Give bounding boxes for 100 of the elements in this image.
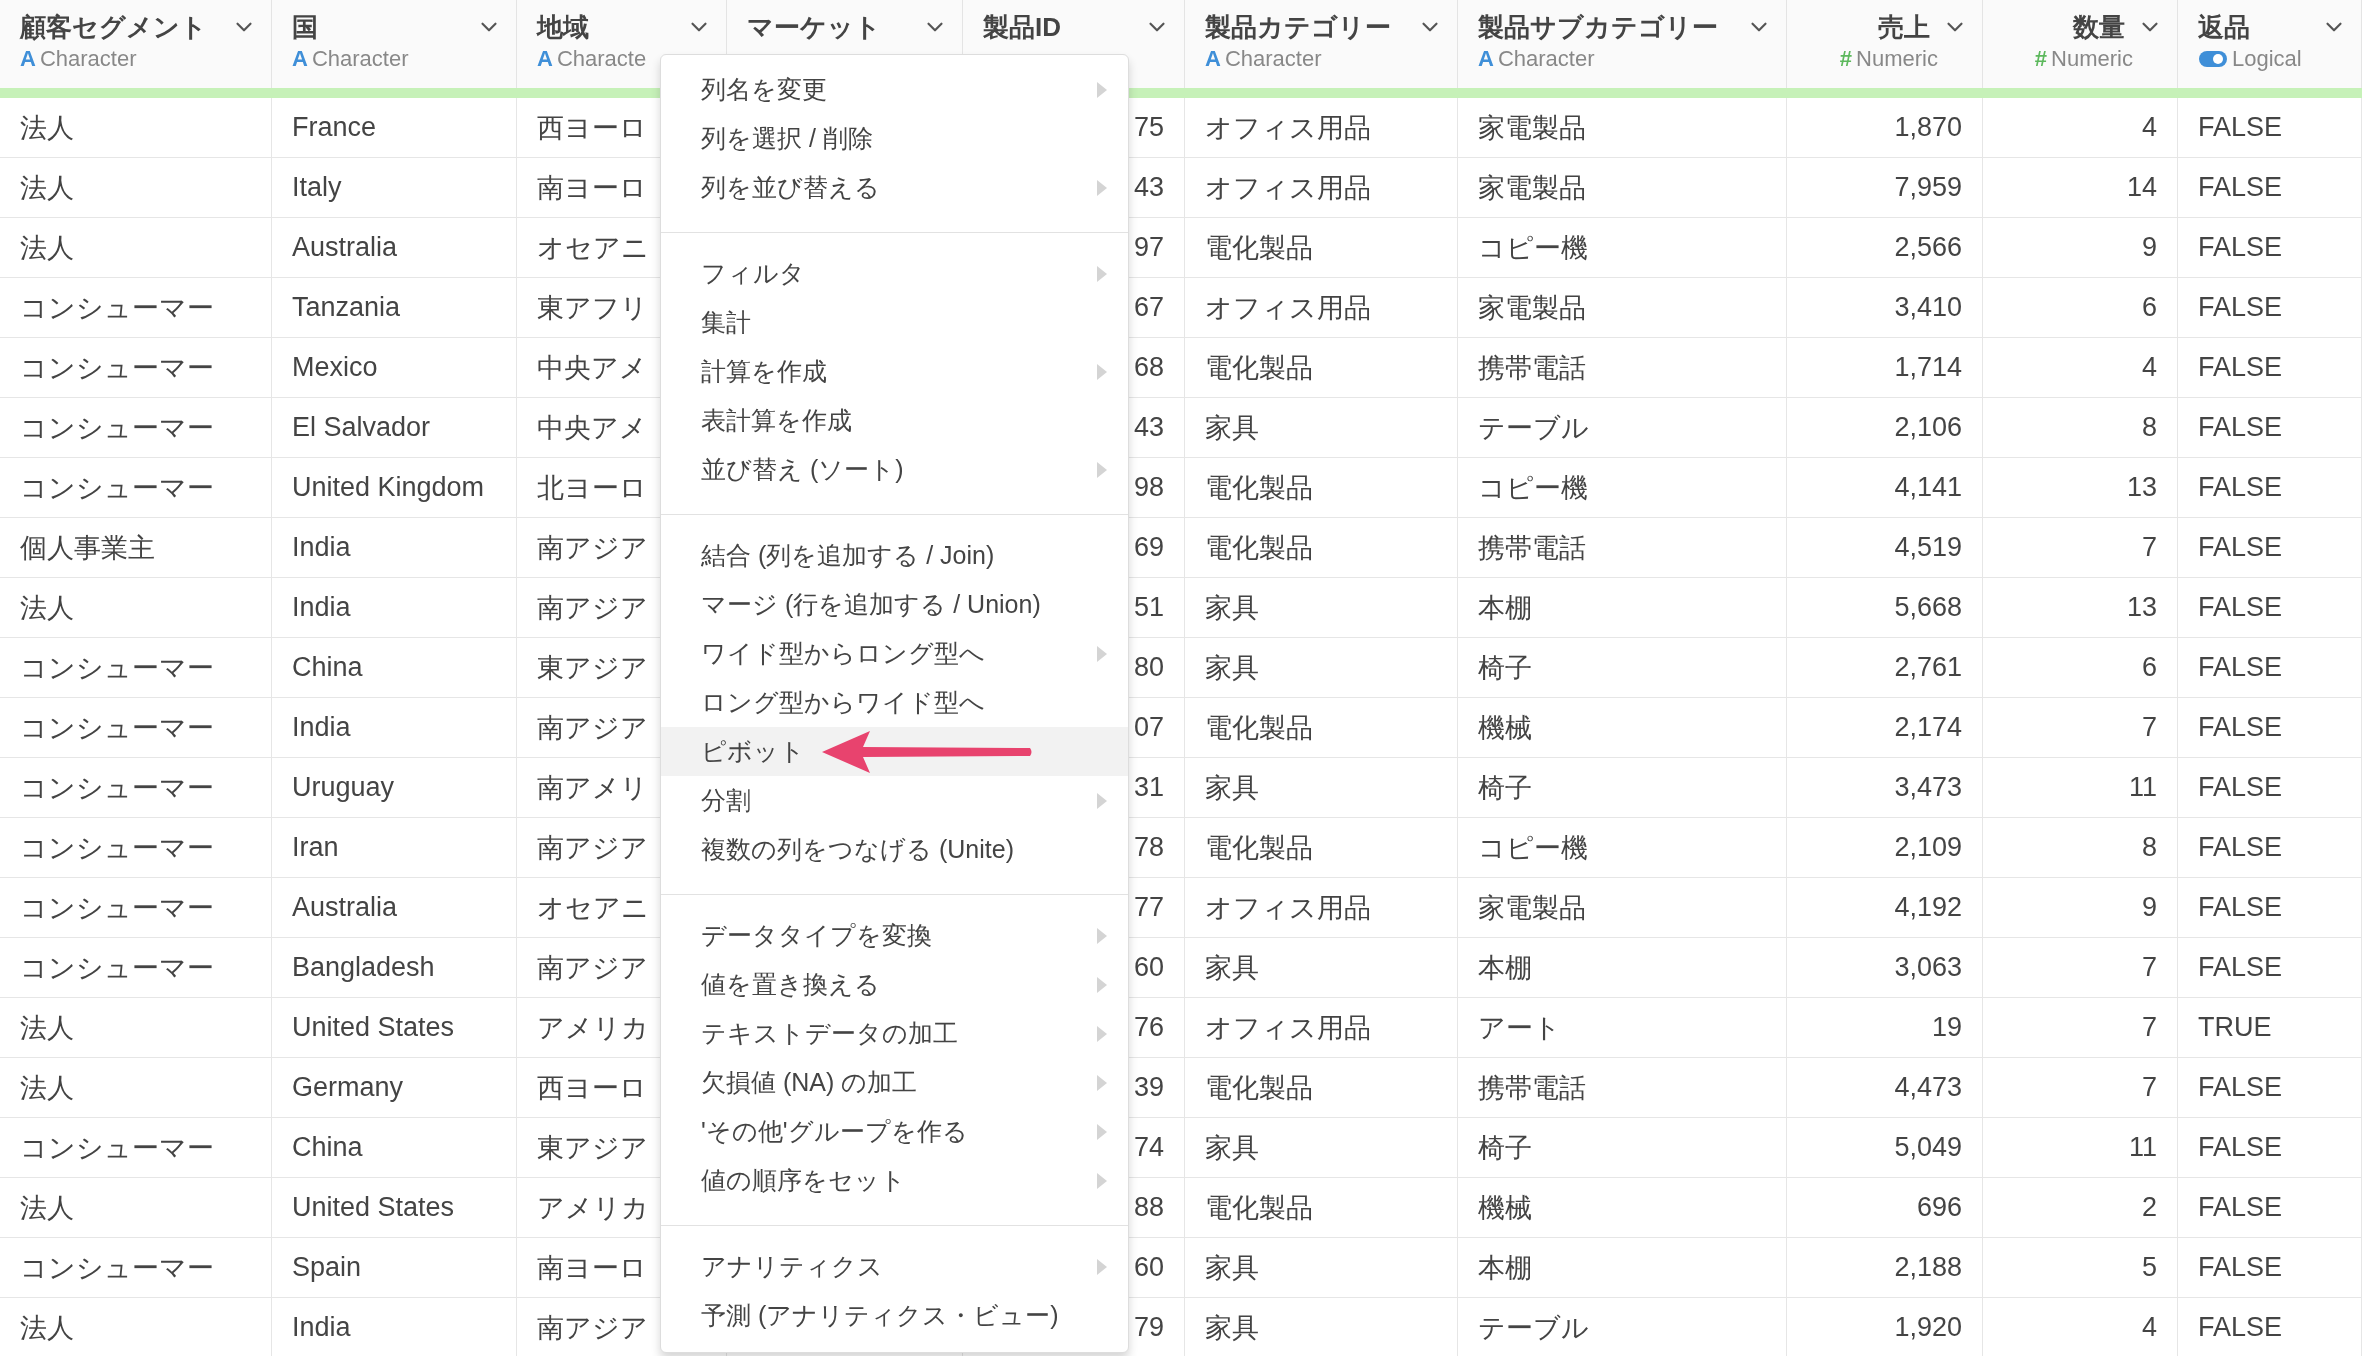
menu-item[interactable]: 表計算を作成 (661, 396, 1128, 445)
table-cell-text: 本棚 (1478, 1251, 1532, 1285)
menu-item[interactable]: 並び替え (ソート) (661, 445, 1128, 494)
column-type-label: Characte (556, 46, 647, 72)
table-cell-text: 南ヨーロ (537, 171, 647, 205)
menu-item[interactable]: 分割 (661, 776, 1128, 825)
table-cell: Germany (292, 1072, 404, 1103)
table-cell: Italy (292, 172, 342, 203)
table-cell: 2,106 (1894, 412, 1962, 443)
table-cell-text: コンシューマー (20, 411, 214, 445)
table-cell: India (292, 592, 351, 623)
table-cell: Bangladesh (292, 952, 435, 983)
table-cell: 2,109 (1894, 832, 1962, 863)
table-cell: 43 (1133, 172, 1164, 203)
table-cell: India (292, 532, 351, 563)
table-cell: United States (292, 1012, 455, 1043)
table-cell: 74 (1133, 1132, 1164, 1163)
table-cell-text: 家具 (1205, 951, 1259, 985)
table-cell: 7 (2141, 1072, 2157, 1103)
table-cell: FALSE (2198, 412, 2283, 443)
table-cell: 88 (1133, 1192, 1164, 1223)
column-header[interactable]: 返品 Logical (2178, 0, 2362, 88)
menu-item[interactable]: アナリティクス (661, 1242, 1128, 1291)
table-cell-text: オフィス用品 (1205, 111, 1371, 145)
menu-item[interactable]: 列を選択 / 削除 (661, 114, 1128, 163)
table-cell: China (292, 652, 363, 683)
table-cell: 696 (1916, 1192, 1962, 1223)
table-cell-text: アート (1478, 1011, 1561, 1045)
column-name: 製品カテゴリー (1205, 11, 1391, 44)
table-cell-text: オフィス用品 (1205, 1011, 1371, 1045)
table-cell-text: 電化製品 (1205, 531, 1313, 565)
table-cell: 75 (1133, 112, 1164, 143)
table-cell: FALSE (2198, 292, 2283, 323)
table-cell-text: 東アジア (537, 1131, 648, 1165)
table-cell-text: オフィス用品 (1205, 171, 1371, 205)
table-cell: TRUE (2198, 1012, 2272, 1043)
table-cell-text: 電化製品 (1205, 831, 1313, 865)
menu-item[interactable]: ワイド型からロング型へ (661, 629, 1128, 678)
table-cell-text: 南アジア (537, 951, 648, 985)
column-header[interactable]: 製品サブカテゴリー A Character (1458, 0, 1787, 88)
column-header[interactable]: 顧客セグメント A Character (0, 0, 272, 88)
menu-item[interactable]: フィルタ (661, 249, 1128, 298)
table-cell: 6 (2141, 292, 2157, 323)
table-cell-text: 法人 (20, 1011, 74, 1045)
table-cell-text: 椅子 (1478, 771, 1532, 805)
table-cell-text: オセアニ (537, 891, 649, 925)
table-cell-text: コンシューマー (20, 771, 214, 805)
menu-item[interactable]: 計算を作成 (661, 347, 1128, 396)
menu-item[interactable]: 結合 (列を追加する / Join) (661, 531, 1128, 580)
character-type-icon: A (1205, 46, 1221, 72)
table-cell: 9 (2141, 892, 2157, 923)
table-cell: 4,192 (1894, 892, 1962, 923)
table-cell: FALSE (2198, 652, 2283, 683)
menu-item[interactable]: ピボット (661, 727, 1128, 776)
table-cell-text: アメリカ (537, 1011, 649, 1045)
table-cell: 13 (2126, 592, 2157, 623)
table-cell: 8 (2141, 412, 2157, 443)
menu-item[interactable]: 予測 (アナリティクス・ビュー) (661, 1291, 1128, 1340)
column-name: 国 (292, 11, 318, 44)
character-type-icon: A (1478, 46, 1494, 72)
table-cell-text: コンシューマー (20, 471, 214, 505)
menu-item[interactable]: 'その他'グループを作る (661, 1107, 1128, 1156)
table-cell: FALSE (2198, 172, 2283, 203)
menu-item[interactable]: 欠損値 (NA) の加工 (661, 1058, 1128, 1107)
table-cell: 68 (1133, 352, 1164, 383)
column-type-label: Logical (2232, 46, 2302, 72)
column-name: 顧客セグメント (20, 11, 207, 44)
column-type-label: Numeric (1856, 46, 1938, 72)
column-name: マーケット (747, 11, 881, 44)
table-cell-text: 電化製品 (1205, 1071, 1313, 1105)
menu-item[interactable]: 値を置き換える (661, 960, 1128, 1009)
menu-item[interactable]: 集計 (661, 298, 1128, 347)
menu-item[interactable]: テキストデータの加工 (661, 1009, 1128, 1058)
table-cell: 67 (1133, 292, 1164, 323)
table-cell-text: 本棚 (1478, 591, 1532, 625)
table-cell: Mexico (292, 352, 378, 383)
numeric-type-icon: # (1839, 46, 1853, 72)
column-header[interactable]: 数量 # Numeric (1983, 0, 2178, 88)
menu-item[interactable]: データタイプを変換 (661, 911, 1128, 960)
table-cell: Uruguay (292, 772, 395, 803)
table-cell-text: 家具 (1205, 591, 1259, 625)
table-cell: China (292, 1132, 363, 1163)
character-type-icon: A (292, 46, 308, 72)
menu-item[interactable]: 列を並び替える (661, 163, 1128, 212)
menu-item[interactable]: 値の順序をセット (661, 1156, 1128, 1205)
table-cell: 2,174 (1894, 712, 1962, 743)
table-cell-text: アメリカ (537, 1191, 649, 1225)
table-cell-text: コンシューマー (20, 291, 214, 325)
table-cell: 78 (1133, 832, 1164, 863)
table-cell-text: 家具 (1205, 1311, 1259, 1345)
menu-item[interactable]: ロング型からワイド型へ (661, 678, 1128, 727)
menu-item[interactable]: マージ (行を追加する / Union) (661, 580, 1128, 629)
menu-item[interactable]: 複数の列をつなげる (Unite) (661, 825, 1128, 874)
column-header[interactable]: 国 A Character (272, 0, 517, 88)
table-cell: 51 (1133, 592, 1164, 623)
table-cell: India (292, 1312, 351, 1343)
table-cell-text: 東アジア (537, 651, 648, 685)
column-header[interactable]: 製品カテゴリー A Character (1185, 0, 1458, 88)
column-header[interactable]: 売上 # Numeric (1787, 0, 1983, 88)
table-cell-text: コンシューマー (20, 711, 214, 745)
